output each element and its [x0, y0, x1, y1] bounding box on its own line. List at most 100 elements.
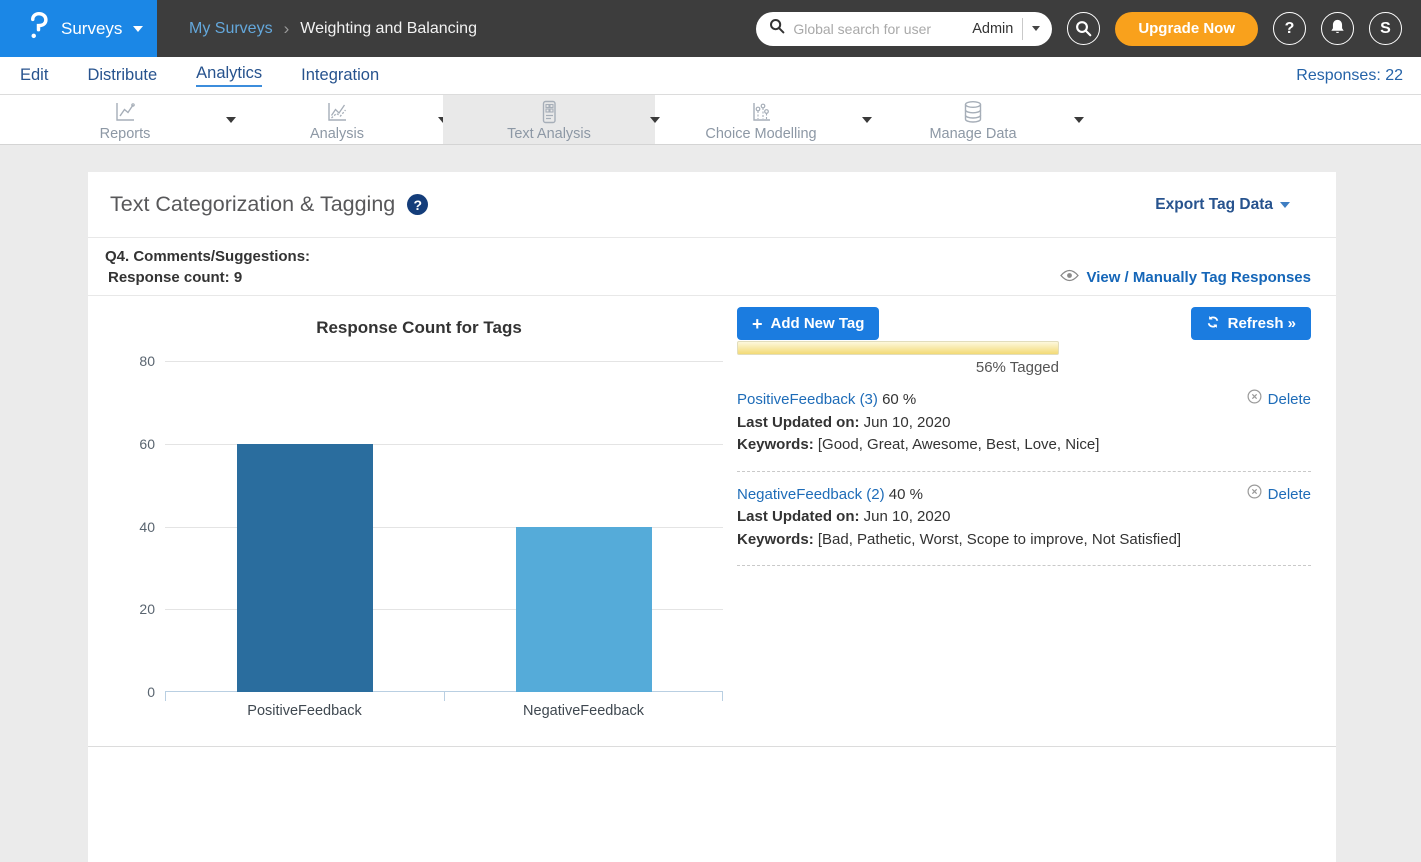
breadcrumb-separator-icon: ›: [284, 19, 290, 39]
chevron-down-icon: [133, 26, 143, 32]
refresh-icon: [1206, 315, 1220, 333]
upgrade-now-button[interactable]: Upgrade Now: [1115, 12, 1258, 46]
bar-positivefeedback[interactable]: [237, 444, 373, 692]
keywords-label: Keywords:: [737, 531, 814, 548]
nav-edit[interactable]: Edit: [20, 66, 48, 85]
refresh-button[interactable]: Refresh »: [1191, 307, 1311, 340]
tag-list: PositiveFeedback (3) 60 % Delete: [737, 387, 1311, 566]
delete-tag-button[interactable]: Delete: [1247, 389, 1311, 412]
main-area: Text Categorization & Tagging ? Export T…: [0, 146, 1421, 756]
analytics-tab-bar: Reports Analysis Text Analysis Choice Mo…: [0, 95, 1421, 145]
bell-icon: [1329, 18, 1346, 40]
text-tagging-panel: Text Categorization & Tagging ? Export T…: [88, 172, 1336, 862]
x-tick: [722, 692, 723, 701]
tag-keywords-line: Keywords: [Bad, Pathetic, Worst, Scope t…: [737, 529, 1311, 552]
header-search-button[interactable]: [1067, 12, 1100, 45]
tag-name-line: NegativeFeedback (2) 40 %: [737, 484, 923, 507]
updated-value: Jun 10, 2020: [864, 414, 951, 431]
tab-label: Reports: [100, 126, 151, 142]
brand-surveys-menu[interactable]: Surveys: [0, 0, 157, 57]
y-tick-label: 40: [110, 517, 155, 537]
updated-value: Jun 10, 2020: [864, 508, 951, 525]
export-tag-data-dropdown[interactable]: Export Tag Data: [1155, 196, 1290, 214]
tag-percent: 60 %: [882, 391, 916, 408]
top-header: Surveys My Surveys › Weighting and Balan…: [0, 0, 1421, 57]
text-document-icon: [536, 100, 562, 124]
tab-label: Analysis: [310, 126, 364, 142]
tagging-progress-bar: [737, 341, 1059, 355]
tag-name-line: PositiveFeedback (3) 60 %: [737, 389, 916, 412]
question-row: Q4. Comments/Suggestions: Response count…: [88, 238, 1336, 296]
y-tick-label: 20: [110, 599, 155, 619]
view-link-label: View / Manually Tag Responses: [1086, 269, 1311, 286]
tag-name-link[interactable]: PositiveFeedback (3): [737, 391, 878, 408]
responses-count: Responses: 22: [1296, 67, 1403, 85]
tab-choice-modelling[interactable]: Choice Modelling: [655, 95, 867, 144]
nav-analytics[interactable]: Analytics: [196, 64, 262, 87]
refresh-label: Refresh »: [1228, 315, 1296, 332]
add-new-tag-button[interactable]: + Add New Tag: [737, 307, 879, 340]
tag-updated-line: Last Updated on: Jun 10, 2020: [737, 506, 1311, 529]
nav-integration[interactable]: Integration: [301, 66, 379, 85]
keywords-value: [Bad, Pathetic, Worst, Scope to improve,…: [818, 531, 1181, 548]
y-tick-label: 0: [110, 682, 155, 702]
bar-negativefeedback[interactable]: [516, 527, 652, 693]
multi-line-chart-icon: [324, 100, 350, 124]
view-manually-tag-link[interactable]: View / Manually Tag Responses: [1060, 269, 1311, 286]
chevron-down-icon[interactable]: [1074, 117, 1084, 123]
breadcrumb: My Surveys › Weighting and Balancing: [189, 19, 477, 39]
gridline: [165, 361, 723, 362]
scatter-chart-icon: [748, 100, 774, 124]
question-response-count: Response count: 9: [105, 267, 310, 288]
question-info: Q4. Comments/Suggestions: Response count…: [105, 246, 310, 286]
search-icon: [769, 18, 785, 39]
tags-panel: + Add New Tag Refresh » 56% Tagged: [737, 307, 1311, 576]
x-category-label: NegativeFeedback: [523, 703, 644, 719]
help-badge-icon[interactable]: ?: [407, 194, 428, 215]
search-scope-label: Admin: [972, 21, 1013, 37]
plus-icon: +: [752, 315, 763, 333]
tagging-progress-label: 56% Tagged: [737, 359, 1059, 376]
nav-distribute[interactable]: Distribute: [87, 66, 157, 85]
tag-item-positive-feedback: PositiveFeedback (3) 60 % Delete: [737, 387, 1311, 472]
database-icon: [960, 100, 986, 124]
panel-content: Response Count for Tags 020406080 Positi…: [88, 296, 1336, 776]
tab-manage-data[interactable]: Manage Data: [867, 95, 1079, 144]
eye-icon: [1060, 269, 1079, 286]
chart-title: Response Count for Tags: [110, 318, 728, 338]
tab-analysis[interactable]: Analysis: [231, 95, 443, 144]
tag-head: NegativeFeedback (2) 40 % Delete: [737, 484, 1311, 507]
updated-label: Last Updated on:: [737, 508, 860, 525]
chevron-down-icon: [1032, 26, 1040, 31]
notifications-button[interactable]: [1321, 12, 1354, 45]
y-tick-label: 80: [110, 351, 155, 371]
add-tag-label: Add New Tag: [771, 315, 865, 332]
chart-plot-area: [165, 361, 723, 692]
chart-y-axis: 020406080: [110, 361, 155, 692]
tab-text-analysis[interactable]: Text Analysis: [443, 95, 655, 144]
breadcrumb-current-survey: Weighting and Balancing: [300, 20, 477, 38]
keywords-value: [Good, Great, Awesome, Best, Love, Nice]: [818, 436, 1100, 453]
chart-x-axis: PositiveFeedbackNegativeFeedback: [165, 703, 723, 727]
panel-header: Text Categorization & Tagging ? Export T…: [88, 172, 1336, 238]
tab-label: Text Analysis: [507, 126, 591, 142]
global-search-input[interactable]: [793, 21, 964, 37]
x-tick: [165, 692, 166, 701]
keywords-label: Keywords:: [737, 436, 814, 453]
response-count-chart: Response Count for Tags 020406080 Positi…: [110, 296, 728, 746]
help-button[interactable]: ?: [1273, 12, 1306, 45]
breadcrumb-my-surveys[interactable]: My Surveys: [189, 20, 273, 38]
header-actions: Admin Upgrade Now ? S: [756, 12, 1421, 46]
tag-name-link[interactable]: NegativeFeedback (2): [737, 486, 885, 503]
search-scope-dropdown[interactable]: Admin: [972, 18, 1044, 40]
circled-x-icon: [1247, 389, 1262, 412]
user-avatar[interactable]: S: [1369, 12, 1402, 45]
delete-label: Delete: [1268, 389, 1311, 412]
page-title: Text Categorization & Tagging: [110, 192, 395, 217]
global-search: Admin: [756, 12, 1052, 46]
export-label: Export Tag Data: [1155, 196, 1273, 214]
delete-tag-button[interactable]: Delete: [1247, 484, 1311, 507]
updated-label: Last Updated on:: [737, 414, 860, 431]
tab-reports[interactable]: Reports: [19, 95, 231, 144]
x-tick: [444, 692, 445, 701]
